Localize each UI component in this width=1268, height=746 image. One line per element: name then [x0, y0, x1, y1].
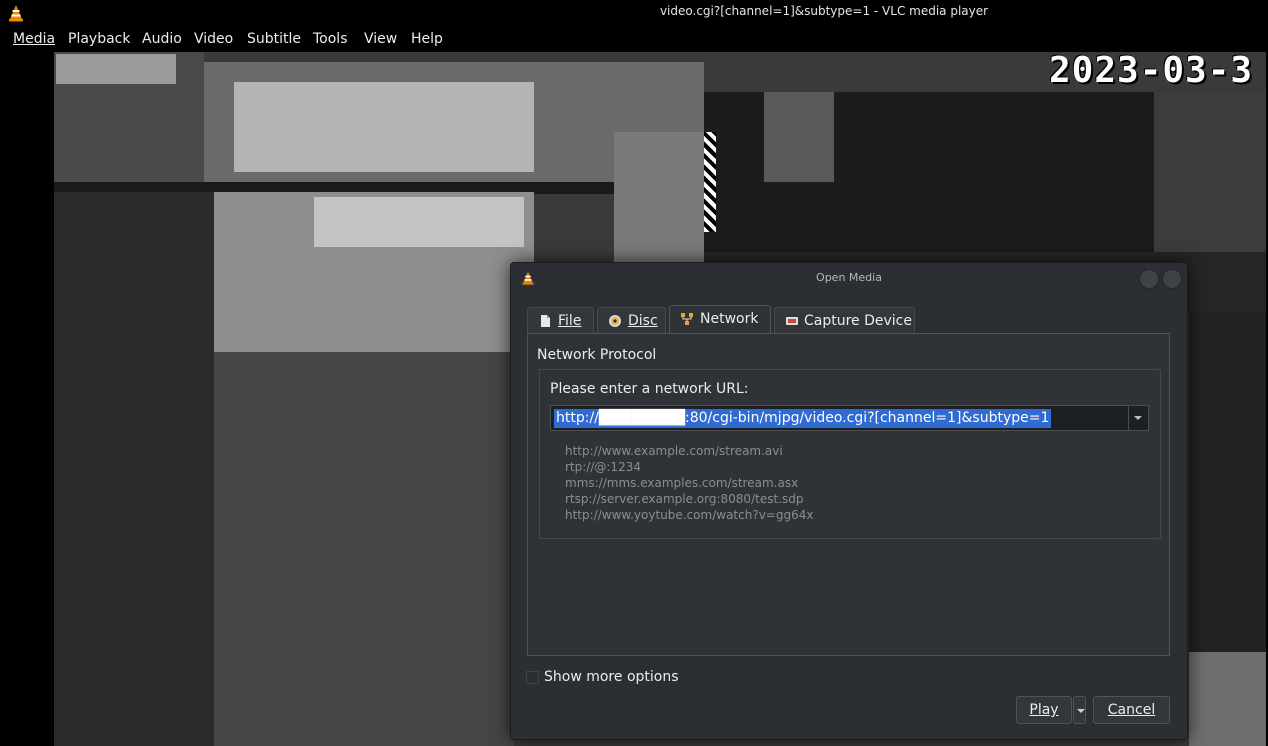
menu-video[interactable]: Video [194, 31, 233, 47]
video-region [54, 192, 214, 746]
video-region [764, 92, 834, 182]
chevron-down-icon[interactable] [1128, 406, 1148, 430]
menu-tools[interactable]: Tools [313, 31, 348, 47]
video-region [56, 54, 176, 84]
menu-help[interactable]: Help [411, 31, 443, 47]
url-example: rtp://@:1234 [565, 460, 641, 474]
video-region [314, 197, 524, 247]
tab-disc[interactable]: Disc [597, 307, 666, 333]
capture-device-icon [786, 317, 798, 325]
menu-media[interactable]: Media [13, 31, 55, 47]
title-bar: video.cgi?[channel=1]&subtype=1 - VLC me… [0, 0, 1268, 26]
play-button[interactable]: Play [1016, 696, 1072, 724]
disc-icon [609, 315, 621, 327]
menu-view[interactable]: View [364, 31, 397, 47]
video-region [214, 352, 514, 746]
video-region [1189, 652, 1266, 746]
show-more-options-checkbox[interactable] [526, 671, 539, 684]
window-title: video.cgi?[channel=1]&subtype=1 - VLC me… [659, 4, 989, 18]
video-letterbox [4, 52, 54, 746]
video-region [1154, 92, 1266, 252]
url-example: mms://mms.examples.com/stream.asx [565, 476, 799, 490]
menu-subtitle[interactable]: Subtitle [247, 31, 301, 47]
network-url-combobox[interactable]: http://████████:80/cgi-bin/mjpg/video.cg… [550, 405, 1149, 431]
minimize-button[interactable] [1139, 269, 1159, 289]
network-url-input[interactable]: http://████████:80/cgi-bin/mjpg/video.cg… [554, 409, 1052, 428]
menu-audio[interactable]: Audio [142, 31, 182, 47]
network-protocol-heading: Network Protocol [537, 347, 657, 363]
url-example: http://www.yoytube.com/watch?v=gg64x [565, 508, 814, 522]
tab-capture-device[interactable]: Capture Device [774, 307, 915, 333]
play-dropdown-button[interactable] [1073, 696, 1086, 724]
url-example: http://www.example.com/stream.avi [565, 444, 783, 458]
menu-bar: Media Playback Audio Video Subtitle Tool… [0, 26, 1268, 52]
url-prompt-label: Please enter a network URL: [550, 381, 749, 397]
file-icon [541, 315, 550, 327]
url-examples: http://www.example.com/stream.avi rtp://… [565, 443, 813, 523]
open-media-dialog: Open Media File Disc Network Capture Dev… [510, 262, 1188, 740]
cancel-button[interactable]: Cancel [1093, 696, 1170, 724]
tab-network[interactable]: Network [669, 305, 771, 334]
dialog-titlebar: Open Media [511, 263, 1187, 293]
network-tab-panel: Network Protocol Please enter a network … [527, 333, 1170, 656]
menu-playback[interactable]: Playback [68, 31, 130, 47]
close-button[interactable] [1162, 269, 1182, 289]
show-more-options-label[interactable]: Show more options [544, 669, 679, 685]
video-region [234, 82, 534, 172]
network-icon [681, 313, 693, 325]
url-example: rtsp://server.example.org:8080/test.sdp [565, 492, 804, 506]
video-region [704, 132, 716, 232]
network-protocol-group: Please enter a network URL: http://█████… [539, 369, 1161, 539]
video-region [1189, 312, 1266, 652]
video-timestamp-overlay: 2023-03-3 [1049, 52, 1254, 91]
tab-file[interactable]: File [527, 307, 594, 333]
dialog-title: Open Media [816, 271, 882, 284]
